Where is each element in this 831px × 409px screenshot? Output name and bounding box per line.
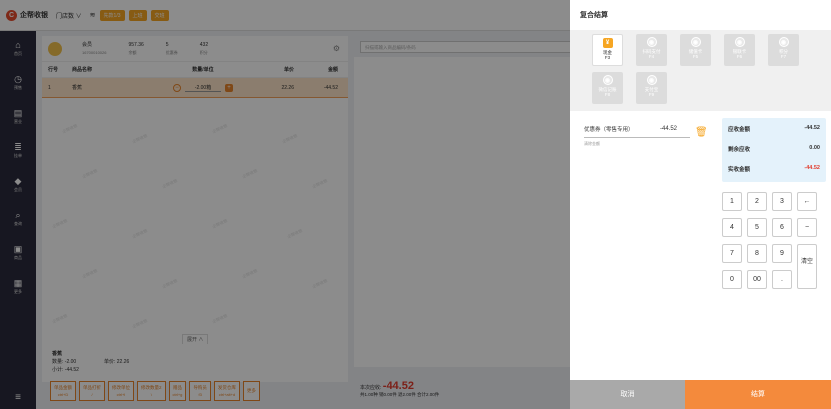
method-points: ◉ 积分 F7 <box>768 34 799 66</box>
clear-amount-link[interactable]: 清除金额 <box>584 141 692 147</box>
summary-row-received: 实收金额 -44.52 <box>728 165 820 185</box>
cancel-button[interactable]: 取消 <box>570 380 685 409</box>
summary-label: 实收金额 <box>728 167 751 173</box>
modal-overlay[interactable] <box>0 0 570 409</box>
alipay-icon: ◉ <box>646 75 657 85</box>
receivable-amount: -44.52 <box>804 125 820 131</box>
cash-icon: ¥ <box>602 38 613 48</box>
modal-title: 复合结算 <box>580 12 608 19</box>
key-minus[interactable]: − <box>797 218 817 237</box>
key-1[interactable]: 1 <box>722 192 742 211</box>
wechat-icon: ◉ <box>602 75 613 85</box>
points-icon: ◉ <box>778 37 789 47</box>
trash-icon[interactable]: 🗑 <box>695 127 708 139</box>
remaining-amount: 0.00 <box>809 145 820 151</box>
key-0[interactable]: 0 <box>722 270 742 289</box>
summary-label: 剩余应收 <box>728 147 751 153</box>
key-5[interactable]: 5 <box>747 218 767 237</box>
key-4[interactable]: 4 <box>722 218 742 237</box>
key-2[interactable]: 2 <box>747 192 767 211</box>
method-key: F8 <box>604 92 611 97</box>
method-key: F5 <box>692 54 699 59</box>
method-key: F3 <box>604 55 611 60</box>
method-key: F6 <box>736 54 743 59</box>
backspace-key[interactable]: ← <box>797 192 817 211</box>
card-icon: ◉ <box>690 37 701 47</box>
backspace-icon: ← <box>803 198 811 205</box>
key-9[interactable]: 9 <box>772 244 792 263</box>
method-wechat: ◉ 微信记账 F8 <box>592 72 623 104</box>
method-bank: ◉ 银联卡 F6 <box>724 34 755 66</box>
scan-icon: ◉ <box>646 37 657 47</box>
received-amount: -44.52 <box>804 165 820 171</box>
method-key: F4 <box>648 54 655 59</box>
method-card: ◉ 储值卡 F5 <box>680 34 711 66</box>
coupon-amount[interactable]: -44.52 <box>660 126 677 132</box>
amount-summary: 应收金额 -44.52 剩余应收 0.00 实收金额 -44.52 <box>722 118 826 182</box>
coupon-name: 优惠券（零售专用） <box>584 127 634 133</box>
key-3[interactable]: 3 <box>772 192 792 211</box>
method-alipay: ◉ 支付宝 F9 <box>636 72 667 104</box>
coupon-entry[interactable]: 优惠券（零售专用） -44.52 清除金额 <box>584 126 692 147</box>
key-6[interactable]: 6 <box>772 218 792 237</box>
clear-key[interactable]: 清空 <box>797 244 817 289</box>
payment-modal: 复合结算 ¥ 现金 F3 ◉ 扫码支付 F4 ◉ 储值卡 F5 ◉ 银联卡 F6 ◉ 积分 F7 ◉… <box>570 0 831 409</box>
method-key: F9 <box>648 92 655 97</box>
method-key: F7 <box>780 54 787 59</box>
summary-row-remaining: 剩余应收 0.00 <box>728 145 820 165</box>
settle-button[interactable]: 结算 <box>685 380 831 409</box>
key-00[interactable]: 00 <box>747 270 767 289</box>
payment-methods: ¥ 现金 F3 ◉ 扫码支付 F4 ◉ 储值卡 F5 ◉ 银联卡 F6 ◉ 积分 F7 ◉ 微信记账 F… <box>570 30 831 111</box>
coupon-underline <box>584 137 690 138</box>
summary-row-receivable: 应收金额 -44.52 <box>728 125 820 145</box>
key-7[interactable]: 7 <box>722 244 742 263</box>
method-scan: ◉ 扫码支付 F4 <box>636 34 667 66</box>
bank-icon: ◉ <box>734 37 745 47</box>
key-dot[interactable]: . <box>772 270 792 289</box>
summary-label: 应收金额 <box>728 127 751 133</box>
method-cash[interactable]: ¥ 现金 F3 <box>592 34 623 66</box>
key-8[interactable]: 8 <box>747 244 767 263</box>
